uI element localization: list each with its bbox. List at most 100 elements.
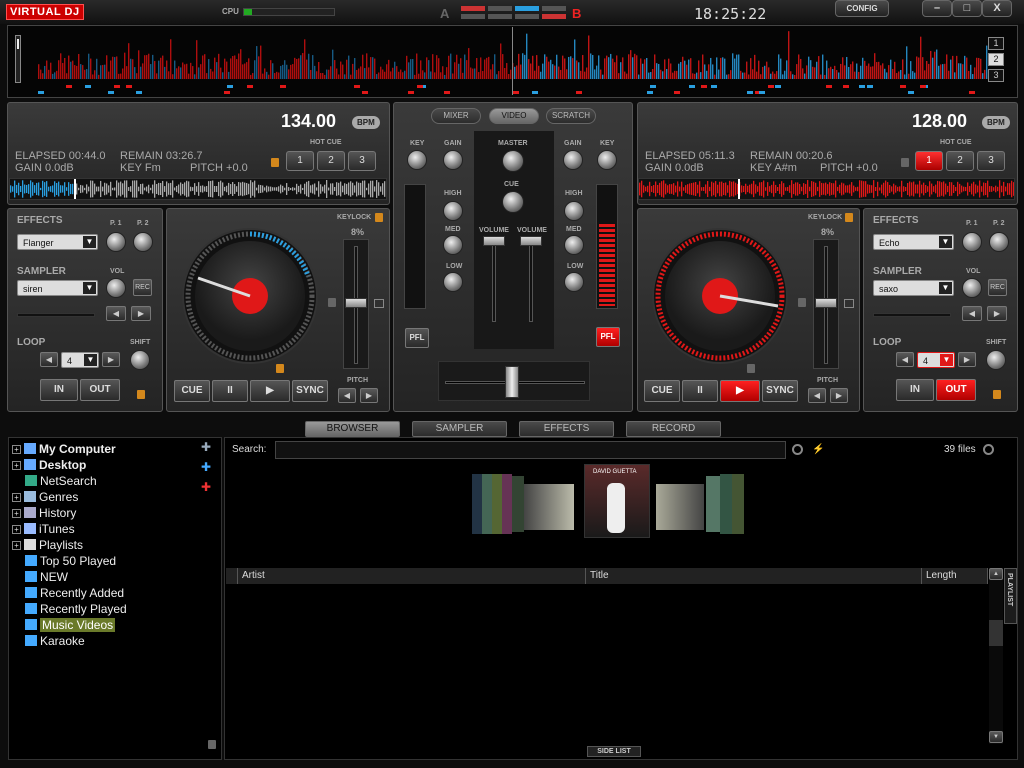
tab-sampler[interactable]: SAMPLER <box>412 421 507 437</box>
lock-icon[interactable] <box>328 298 336 307</box>
sample-select[interactable]: saxo ▼ <box>873 280 954 296</box>
loop-half-button[interactable]: ◀ <box>896 352 914 367</box>
expand-icon[interactable]: + <box>12 445 21 454</box>
maximize-button[interactable]: □ <box>952 0 982 17</box>
loop-length-select[interactable]: 4 ▼ <box>917 352 955 368</box>
cue-mix-knob[interactable] <box>502 191 524 213</box>
tree-item[interactable]: + History <box>12 506 76 522</box>
browser-options-icon[interactable] <box>983 444 994 455</box>
left-volume-fader[interactable] <box>483 236 505 324</box>
deck-left-jogwheel[interactable] <box>180 226 320 366</box>
sampler-rec-button[interactable]: REC <box>988 279 1007 296</box>
pitch-bend-down-button[interactable]: ◀ <box>808 388 826 403</box>
tree-item[interactable]: + iTunes <box>12 522 75 538</box>
deck-left-bpm-tag[interactable]: BPM <box>352 116 380 129</box>
lock-icon[interactable] <box>798 298 806 307</box>
loop-out-button[interactable]: OUT <box>80 379 120 401</box>
deck-left-hotcue-1[interactable]: 1 <box>286 151 314 171</box>
deck-right-hotcue-1[interactable]: 1 <box>915 151 943 171</box>
side-list-button[interactable]: SIDE LIST <box>587 746 641 757</box>
pitch-bend-down-button[interactable]: ◀ <box>338 388 356 403</box>
sampler-vol-knob[interactable] <box>962 278 982 298</box>
loop-length-select[interactable]: 4 ▼ <box>61 352 99 368</box>
sampler-prev-button[interactable]: ◀ <box>962 306 982 321</box>
column-index[interactable] <box>226 568 238 584</box>
deck-left-pause-button[interactable]: II <box>212 380 248 402</box>
sample-select[interactable]: siren ▼ <box>17 280 98 296</box>
deck-right-waveform[interactable] <box>638 178 1015 200</box>
pitch-bend-up-button[interactable]: ▶ <box>830 388 848 403</box>
deck-right-play-button[interactable]: ▶ <box>720 380 760 402</box>
loop-double-button[interactable]: ▶ <box>958 352 976 367</box>
tab-browser[interactable]: BROWSER <box>305 421 400 437</box>
column-title[interactable]: Title <box>586 568 922 584</box>
deck-left-hotcue-2[interactable]: 2 <box>317 151 345 171</box>
sampler-rec-button[interactable]: REC <box>133 279 152 296</box>
tree-item[interactable]: Karaoke <box>25 634 85 650</box>
deck-left-cue-button[interactable]: CUE <box>174 380 210 402</box>
sampler-prev-button[interactable]: ◀ <box>106 306 126 321</box>
tab-effects[interactable]: EFFECTS <box>519 421 614 437</box>
loop-shift-knob[interactable] <box>130 350 150 370</box>
add-folder-icon[interactable]: ✚ <box>201 440 217 454</box>
deck-right-jogwheel[interactable] <box>650 226 790 366</box>
right-eq-low-knob[interactable] <box>564 272 584 292</box>
right-key-knob[interactable] <box>597 150 617 170</box>
column-length[interactable]: Length <box>922 568 988 584</box>
add-playlist-icon[interactable]: ✚ <box>201 480 217 494</box>
expand-icon[interactable]: + <box>12 461 21 470</box>
right-volume-fader[interactable] <box>520 236 542 324</box>
master-volume-knob[interactable] <box>502 150 524 172</box>
tree-item[interactable]: + Genres <box>12 490 78 506</box>
expand-icon[interactable]: + <box>12 525 21 534</box>
album-cover[interactable]: DAVID GUETTA <box>584 464 650 538</box>
deck-number-2[interactable]: 2 <box>988 53 1004 66</box>
deck-number-1[interactable]: 1 <box>988 37 1004 50</box>
loop-half-button[interactable]: ◀ <box>40 352 58 367</box>
right-pfl-button[interactable]: PFL <box>596 327 620 347</box>
lock-icon[interactable] <box>993 390 1001 399</box>
expand-icon[interactable]: + <box>12 541 21 550</box>
tree-item[interactable]: + Playlists <box>12 538 83 554</box>
search-input[interactable] <box>275 441 786 459</box>
effect-p1-knob[interactable] <box>106 232 126 252</box>
deck-right-hotcue-2[interactable]: 2 <box>946 151 974 171</box>
pitch-reset-icon[interactable] <box>844 299 854 308</box>
lock-icon[interactable] <box>845 213 853 222</box>
tab-record[interactable]: RECORD <box>626 421 721 437</box>
tree-item[interactable]: NetSearch <box>25 474 97 490</box>
minimize-button[interactable]: – <box>922 0 952 17</box>
tree-item[interactable]: Recently Added <box>25 586 124 602</box>
effect-p2-knob[interactable] <box>133 232 153 252</box>
sampler-next-button[interactable]: ▶ <box>131 306 151 321</box>
effect-select[interactable]: Flanger ▼ <box>17 234 98 250</box>
lock-icon[interactable] <box>276 364 284 373</box>
list-scrollbar[interactable]: ▲ ▼ <box>989 568 1003 744</box>
deck-left-waveform[interactable] <box>9 178 387 200</box>
deck-left-play-button[interactable]: ▶ <box>250 380 290 402</box>
effect-p2-knob[interactable] <box>989 232 1009 252</box>
deck-right-pause-button[interactable]: II <box>682 380 718 402</box>
deck-right-hotcue-3[interactable]: 3 <box>977 151 1005 171</box>
loop-out-button[interactable]: OUT <box>936 379 976 401</box>
deck-right-cue-button[interactable]: CUE <box>644 380 680 402</box>
deck-left-sync-button[interactable]: SYNC <box>292 380 328 402</box>
tab-scratch[interactable]: SCRATCH <box>546 108 596 124</box>
expand-icon[interactable]: + <box>12 493 21 502</box>
cover-flow[interactable]: DAVID GUETTA <box>470 464 780 566</box>
tree-item[interactable]: + Desktop <box>12 458 86 474</box>
pitch-bend-up-button[interactable]: ▶ <box>360 388 378 403</box>
expand-icon[interactable]: + <box>12 509 21 518</box>
effect-p1-knob[interactable] <box>962 232 982 252</box>
lock-icon[interactable] <box>901 158 909 167</box>
crossfader[interactable] <box>438 361 590 401</box>
tree-item[interactable]: Top 50 Played <box>25 554 116 570</box>
filter-icon[interactable]: ⚡ <box>812 444 824 455</box>
deck-right-sync-button[interactable]: SYNC <box>762 380 798 402</box>
pitch-reset-icon[interactable] <box>374 299 384 308</box>
add-virtual-folder-icon[interactable]: ✚ <box>201 460 217 474</box>
effect-select[interactable]: Echo ▼ <box>873 234 954 250</box>
left-key-knob[interactable] <box>407 150 427 170</box>
column-artist[interactable]: Artist <box>238 568 586 584</box>
lock-icon[interactable] <box>271 158 279 167</box>
